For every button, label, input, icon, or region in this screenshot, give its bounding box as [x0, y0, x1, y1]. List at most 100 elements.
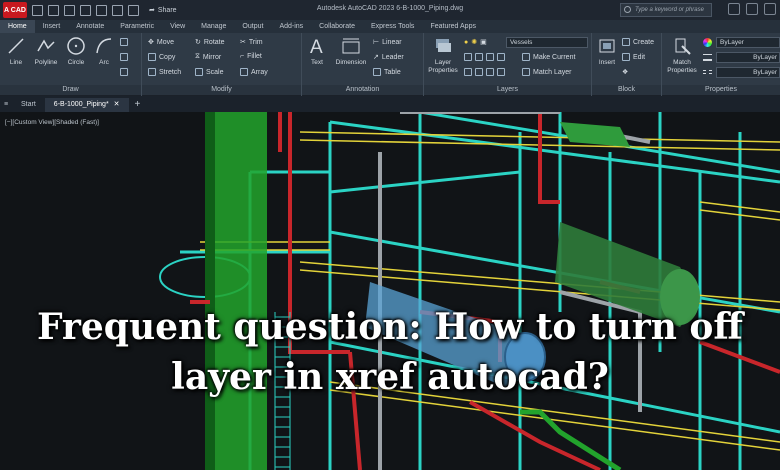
color-wheel-icon[interactable] [703, 38, 712, 47]
layer-properties-tool[interactable]: Layer Properties [426, 36, 460, 75]
layer-thaw-icon[interactable] [486, 68, 494, 76]
arc-icon [96, 38, 112, 54]
lock-icon[interactable]: ▣ [480, 38, 487, 46]
start-tab-label: Start [21, 101, 36, 108]
new-file-icon[interactable] [32, 4, 43, 16]
tab-manage[interactable]: Manage [193, 20, 234, 33]
rotate-button[interactable]: ↻ Rotate [195, 38, 225, 47]
tab-express-tools[interactable]: Express Tools [363, 20, 422, 33]
boundary-tool[interactable] [120, 68, 128, 76]
tab-add-ins[interactable]: Add-ins [271, 20, 311, 33]
tab-insert[interactable]: Insert [35, 20, 69, 33]
layer-properties-label: Layer Properties [428, 59, 458, 74]
stretch-button[interactable]: Stretch [148, 68, 181, 76]
rectangle-tool[interactable] [120, 38, 128, 46]
layers-group-title: Layers [424, 85, 591, 95]
text-icon: A [310, 37, 323, 56]
scale-label: Scale [206, 68, 224, 76]
tab-active-drawing[interactable]: 6-B-1000_Piping* ✕ [44, 98, 129, 112]
tab-parametric[interactable]: Parametric [112, 20, 162, 33]
circle-tool[interactable]: Circle [64, 36, 88, 66]
match-layer-button[interactable]: Match Layer [522, 68, 572, 76]
match-properties-label: Match Properties [667, 59, 697, 74]
layer-lock-icon[interactable] [497, 53, 505, 61]
match-properties-tool[interactable]: Match Properties [664, 36, 700, 75]
layer-on-icon[interactable] [464, 68, 472, 76]
tab-output[interactable]: Output [234, 20, 271, 33]
arc-label: Arc [99, 59, 109, 66]
maximize-icon[interactable] [746, 3, 758, 15]
linear-dropdown[interactable]: ⊢ Linear [373, 38, 402, 47]
properties-group: Match Properties ByLayer ByLayer ByLayer… [662, 33, 780, 96]
scale-button[interactable]: Scale [195, 68, 224, 76]
close-tab-icon[interactable]: ✕ [114, 98, 120, 112]
array-label: Array [251, 68, 268, 76]
annotation-group-title: Annotation [302, 85, 423, 95]
edit-block-button[interactable]: Edit [622, 53, 645, 61]
plot-icon[interactable] [96, 4, 107, 16]
share-button[interactable]: ➦ Share [149, 6, 177, 15]
sun-icon[interactable]: ✺ [471, 38, 477, 46]
tabs-menu-icon[interactable]: ≡ [0, 98, 12, 112]
lineweight-icon[interactable] [703, 54, 712, 61]
block-attributes-button[interactable]: ❖ [622, 68, 628, 76]
open-file-icon[interactable] [48, 4, 59, 16]
layer-freeze-icon[interactable] [486, 53, 494, 61]
match-layer-label: Match Layer [533, 68, 572, 76]
table-button[interactable]: Table [373, 68, 401, 76]
dimension-icon [342, 38, 360, 54]
move-label: Move [156, 38, 174, 46]
create-block-button[interactable]: Create [622, 38, 654, 46]
text-tool[interactable]: A Text [304, 36, 330, 66]
ribbon-tabs: Home Insert Annotate Parametric View Man… [0, 20, 780, 33]
trim-button[interactable]: ✂ Trim [240, 38, 263, 47]
lightbulb-icon[interactable]: ● [464, 39, 468, 46]
color-dropdown[interactable]: ByLayer [716, 37, 780, 48]
scale-icon [195, 68, 203, 76]
undo-icon[interactable] [112, 4, 123, 16]
linear-label: Linear [382, 38, 402, 46]
linetype-icon[interactable] [703, 70, 712, 74]
redo-icon[interactable] [128, 4, 139, 16]
make-current-button[interactable]: Make Current [522, 53, 575, 61]
layer-dropdown[interactable]: Vessels [506, 37, 588, 48]
move-button[interactable]: ✥ Move [148, 38, 174, 47]
stretch-icon [148, 68, 156, 76]
tab-view[interactable]: View [162, 20, 193, 33]
tab-collaborate[interactable]: Collaborate [311, 20, 363, 33]
dimension-tool[interactable]: Dimension [332, 36, 370, 66]
lineweight-dropdown[interactable]: ByLayer [716, 52, 780, 63]
circle-icon [67, 37, 85, 55]
polyline-tool[interactable]: Polyline [30, 36, 62, 66]
mirror-button[interactable]: ⧖ Mirror [195, 53, 221, 61]
line-tool[interactable]: Line [4, 36, 28, 66]
rectangle-icon [120, 38, 128, 46]
hatch-tool[interactable] [120, 53, 128, 61]
tab-featured-apps[interactable]: Featured Apps [422, 20, 484, 33]
linetype-dropdown[interactable]: ByLayer [716, 67, 780, 78]
viewport-controls[interactable]: [−][Custom View][Shaded (Fast)] [5, 119, 99, 126]
tab-home[interactable]: Home [0, 20, 35, 33]
insert-tool[interactable]: Insert [594, 36, 620, 66]
layer-isolate-icon[interactable] [475, 53, 483, 61]
block-group: Insert Create Edit ❖ Block [592, 33, 662, 96]
leader-dropdown[interactable]: ↗ Leader [373, 53, 404, 62]
save-as-icon[interactable] [80, 4, 91, 16]
trim-icon: ✂ [240, 39, 246, 46]
layer-off-icon[interactable] [464, 53, 472, 61]
tab-start[interactable]: Start [12, 98, 45, 112]
fillet-button[interactable]: ⌐ Fillet [240, 53, 262, 60]
drawing-viewport[interactable]: [−][Custom View][Shaded (Fast)] Frequent… [0, 112, 780, 470]
save-icon[interactable] [64, 4, 75, 16]
new-tab-icon[interactable]: + [135, 98, 141, 112]
arc-tool[interactable]: Arc [92, 36, 116, 66]
array-button[interactable]: Array [240, 68, 268, 76]
help-search-input[interactable]: Type a keyword or phrase [620, 3, 712, 17]
layer-unisolate-icon[interactable] [475, 68, 483, 76]
minimize-icon[interactable] [728, 3, 740, 15]
app-menu-button[interactable]: A CAD [3, 2, 27, 18]
tab-annotate[interactable]: Annotate [68, 20, 112, 33]
layer-unlock-icon[interactable] [497, 68, 505, 76]
close-icon[interactable] [764, 3, 776, 15]
copy-button[interactable]: Copy [148, 53, 175, 61]
